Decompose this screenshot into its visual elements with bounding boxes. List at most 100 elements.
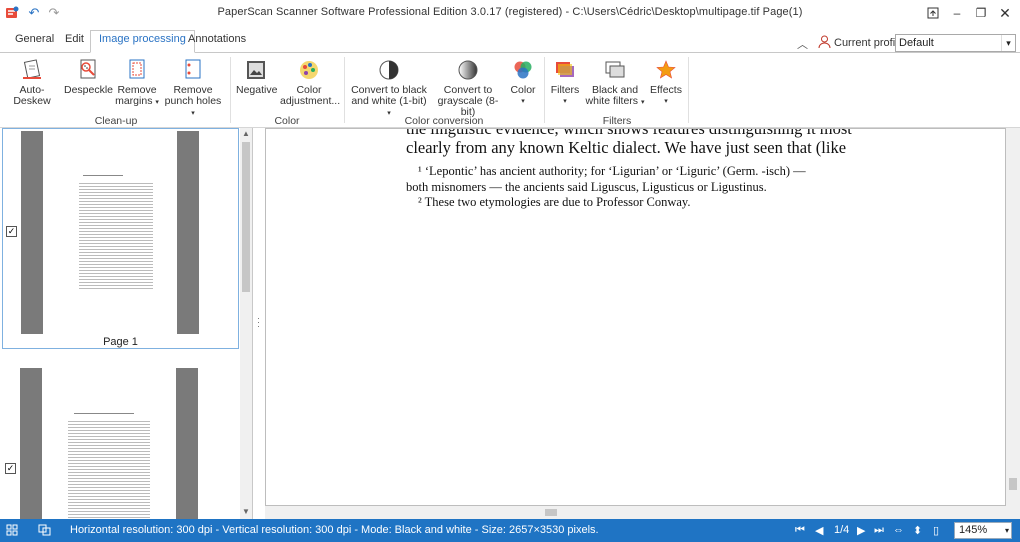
auto-deskew-button[interactable]: Auto-Deskew <box>4 58 60 107</box>
negative-button[interactable]: Negative <box>236 58 277 96</box>
group-separator <box>230 57 231 123</box>
profile-value: Default <box>899 37 934 49</box>
footnote-1-line-a: ¹ ‘Lepontic’ has ancient authority; for … <box>418 164 806 179</box>
page-2-text-block <box>68 419 150 519</box>
collapse-ribbon-icon[interactable]: ︿ <box>797 36 808 52</box>
negative-icon <box>244 58 268 82</box>
viewer-horizontal-scrollbar[interactable] <box>265 506 1006 519</box>
page-2-preview <box>20 368 198 519</box>
next-page-icon[interactable]: ▶ <box>857 524 865 537</box>
tab-annotations[interactable]: Annotations <box>180 31 254 53</box>
chevron-down-icon[interactable]: ▾ <box>1005 523 1009 538</box>
despeckle-icon <box>76 58 100 82</box>
status-bar: Horizontal resolution: 300 dpi - Vertica… <box>0 519 1020 542</box>
layout-pages-icon[interactable] <box>38 524 52 539</box>
filters-button[interactable]: Filters ▾ <box>548 58 582 107</box>
page-indicator: 1/4 <box>834 524 850 536</box>
dropdown-arrow-icon: ▾ <box>563 98 567 105</box>
scroll-down-icon[interactable]: ▼ <box>242 507 250 516</box>
page-1-checkbox[interactable]: ✓ <box>6 226 17 237</box>
deskew-icon <box>20 58 44 82</box>
footnote-2-line: ² These two etymologies are due to Profe… <box>418 195 690 210</box>
last-page-icon[interactable]: ⏭ <box>874 524 884 537</box>
footnote-1-text-a: ‘Lepontic’ has ancient authority; for ‘L… <box>424 164 806 178</box>
contrast-icon <box>377 58 401 82</box>
color-adjustment-button[interactable]: Color adjustment... <box>280 58 341 107</box>
tab-edit[interactable]: Edit <box>57 31 92 53</box>
page-2-checkbox[interactable]: ✓ <box>5 463 16 474</box>
first-page-icon[interactable]: ⏮ <box>795 524 805 537</box>
despeckle-label: Despeckle <box>64 84 114 96</box>
doc-line-2: clearly from any known Keltic dialect. W… <box>406 138 847 157</box>
color-palette-icon <box>297 58 321 82</box>
fit-width-icon[interactable]: ⇔ <box>893 524 904 536</box>
profile-select[interactable]: Default ▾ <box>895 34 1016 52</box>
zoom-select[interactable]: 145% ▾ <box>954 522 1012 539</box>
status-info: Horizontal resolution: 300 dpi - Vertica… <box>70 524 599 536</box>
actual-size-icon[interactable]: ▯ <box>933 524 939 537</box>
page-1-paper <box>43 131 177 334</box>
group-separator <box>688 57 689 123</box>
bw-filters-icon <box>603 58 627 82</box>
group-separator <box>344 57 345 123</box>
viewer-vertical-scrollbar[interactable] <box>1006 128 1020 519</box>
thumbnail-page-2[interactable]: ✓ <box>2 368 239 519</box>
restore-ribbon-icon[interactable] <box>922 3 944 23</box>
zoom-value: 145% <box>959 524 988 536</box>
splitter-grip-icon[interactable]: · · · <box>257 314 260 331</box>
group-label-conversion: Color conversion <box>404 115 484 127</box>
footnote-2-text: These two etymologies are due to Profess… <box>424 195 691 209</box>
chevron-down-icon[interactable]: ▾ <box>1001 35 1015 51</box>
page-1-text-block <box>79 181 153 289</box>
scroll-up-icon[interactable]: ▲ <box>242 129 250 138</box>
bw-filters-button[interactable]: Black and white filters ▾ <box>584 58 646 108</box>
remove-margins-label-2: margins <box>115 95 153 107</box>
grayscale-icon <box>456 58 480 82</box>
panel-splitter[interactable]: · · · <box>253 128 265 519</box>
footnote-1-line-b: both misnomers — the ancients said Ligus… <box>406 180 767 194</box>
color-label: Color <box>510 84 536 96</box>
minimize-button[interactable]: – <box>946 3 968 23</box>
color-adjust-label-2: adjustment... <box>280 95 341 107</box>
convert-grayscale-button[interactable]: Convert to grayscale (8-bit) <box>432 58 504 118</box>
effects-button[interactable]: Effects ▾ <box>648 58 684 107</box>
thumbnail-panel: ✓ Page 1 ✓ ▲ ▼ <box>0 128 253 519</box>
footnote-2-mark: ² <box>418 195 422 209</box>
dropdown-arrow-icon: ▾ <box>155 99 159 106</box>
page-1-preview <box>21 131 199 334</box>
title-bar: ↶ ↷ PaperScan Scanner Software Professio… <box>0 0 1020 26</box>
close-button[interactable]: ✕ <box>994 3 1016 23</box>
convert-bw-label-2: and white (1-bit) <box>351 95 427 107</box>
viewer-vscroll-thumb[interactable] <box>1009 478 1017 490</box>
thumbnail-label: Page 1 <box>103 336 138 348</box>
user-icon <box>818 35 831 52</box>
convert-bw-button[interactable]: Convert to black and white (1-bit) ▾ <box>350 58 428 119</box>
remove-margins-button[interactable]: Remove margins ▾ <box>114 58 160 108</box>
footnote-1-mark: ¹ <box>418 164 422 178</box>
group-separator <box>544 57 545 123</box>
filters-icon <box>553 58 577 82</box>
remove-punch-holes-button[interactable]: Remove punch holes ▾ <box>164 58 222 119</box>
despeckle-button[interactable]: Despeckle <box>64 58 114 96</box>
color-button[interactable]: Color ▾ <box>508 58 538 107</box>
document-viewer[interactable]: the linguistic evidence, which shows fea… <box>265 128 1006 506</box>
dropdown-arrow-icon: ▾ <box>521 98 525 105</box>
remove-holes-label-2: punch holes <box>164 95 222 107</box>
rgb-icon <box>511 58 535 82</box>
remove-margins-icon <box>125 58 149 82</box>
group-label-filters: Filters <box>602 115 632 127</box>
maximize-button[interactable]: ❐ <box>970 3 992 23</box>
thumbnail-scrollbar[interactable]: ▲ ▼ <box>240 128 252 519</box>
layout-grid-icon[interactable] <box>6 524 18 539</box>
fit-page-icon[interactable]: ⬍ <box>913 524 922 537</box>
thumbnail-page-1[interactable]: ✓ Page 1 <box>2 128 239 349</box>
dropdown-arrow-icon: ▾ <box>664 98 668 105</box>
tab-general[interactable]: General <box>7 31 62 53</box>
bw-filters-label-2: white filters <box>585 95 639 107</box>
ribbon: Auto-Deskew Despeckle Remove margins ▾ R… <box>0 53 1020 128</box>
previous-page-icon[interactable]: ◀ <box>815 524 823 537</box>
window-title: PaperScan Scanner Software Professional … <box>217 6 803 18</box>
viewer-hscroll-thumb[interactable] <box>545 509 557 516</box>
thumbnail-scroll-thumb[interactable] <box>242 142 250 292</box>
effects-star-icon <box>654 58 678 82</box>
